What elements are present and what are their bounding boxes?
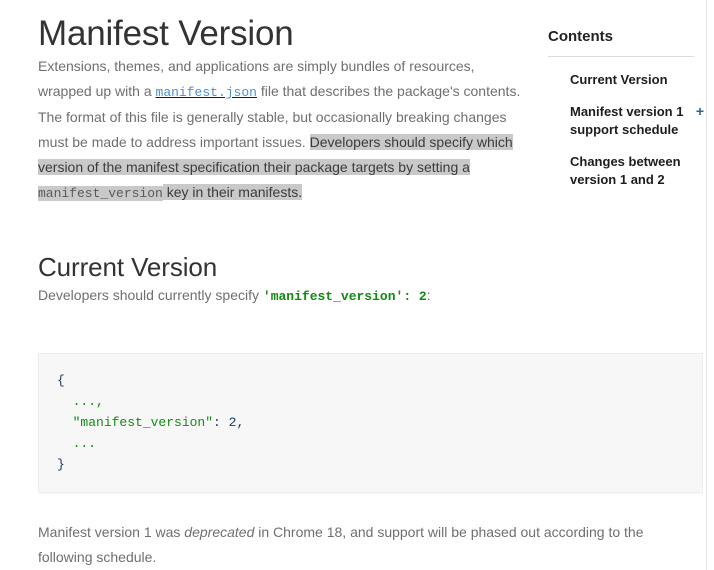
manifest-json-code: manifest.json <box>155 85 257 101</box>
code-sample-block[interactable]: { ..., "manifest_version": 2, ... } <box>38 353 703 493</box>
intro-paragraph: Extensions, themes, and applications are… <box>38 54 524 206</box>
documentation-page: Manifest Version Extensions, themes, and… <box>0 0 714 570</box>
closing-prefix: Manifest version 1 was <box>38 524 185 540</box>
current-version-heading: Current Version <box>38 252 218 283</box>
code-ellipsis: ... <box>72 436 97 451</box>
toc-item-manifest-v1-schedule[interactable]: Manifest version 1 support schedule + <box>548 103 706 139</box>
right-divider <box>706 0 707 570</box>
manifest-version-code: manifest_version <box>38 186 163 202</box>
code-colon: : <box>213 415 229 430</box>
current-version-paragraph: Developers should currently specify 'man… <box>38 283 538 309</box>
current-version-para-suffix: : <box>426 287 431 304</box>
toc-title: Contents <box>548 28 613 45</box>
manifest-json-link[interactable]: manifest.json <box>155 83 257 101</box>
toc-list: Current Version Manifest version 1 suppo… <box>548 71 706 189</box>
toc-link-current-version[interactable]: Current Version <box>570 72 668 87</box>
current-version-para-prefix: Developers should currently specify <box>38 287 263 304</box>
toc-link-manifest-v1-schedule[interactable]: Manifest version 1 support schedule <box>570 104 683 137</box>
toc-item-changes-v1-v2[interactable]: Changes between version 1 and 2 <box>548 153 706 189</box>
page-title: Manifest Version <box>38 14 294 53</box>
toc-item-current-version[interactable]: Current Version <box>548 71 706 89</box>
plus-icon[interactable]: + <box>694 103 706 119</box>
code-comma: , <box>236 415 245 430</box>
manifest-version-value-code: 'manifest_version': 2 <box>262 289 427 305</box>
code-open-brace: { <box>57 373 65 388</box>
code-sample-text: { ..., "manifest_version": 2, ... } <box>39 354 702 491</box>
deprecated-emphasis: deprecated <box>184 524 255 540</box>
closing-paragraph: Manifest version 1 was deprecated in Chr… <box>38 520 700 570</box>
code-key: "manifest_version" <box>72 415 214 430</box>
main-content-column: Manifest Version Extensions, themes, and… <box>38 0 538 309</box>
toc-divider <box>548 56 694 57</box>
selected-text-part2: key in their manifests. <box>162 184 303 201</box>
table-of-contents: Contents Current Version Manifest versio… <box>548 28 706 189</box>
code-ellipsis-comma: ..., <box>72 394 104 409</box>
code-close-brace: } <box>57 457 65 472</box>
toc-link-changes-v1-v2[interactable]: Changes between version 1 and 2 <box>570 154 681 187</box>
